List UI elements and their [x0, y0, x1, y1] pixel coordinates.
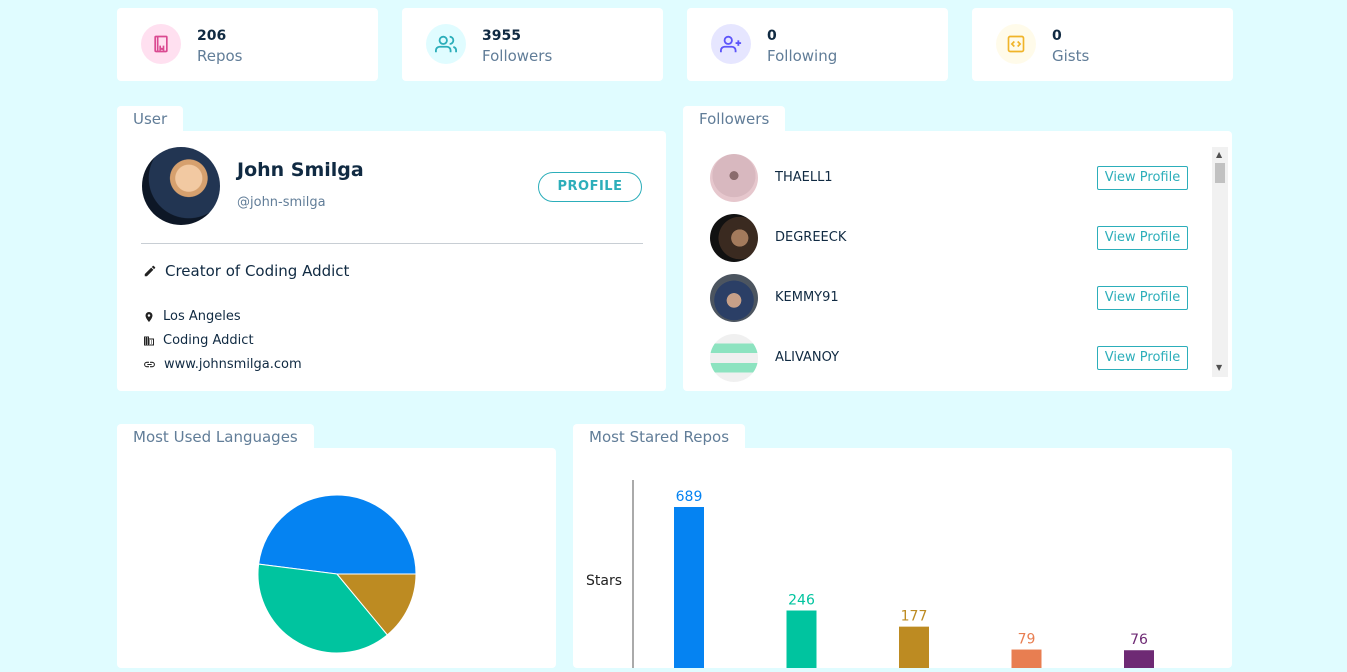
user-blog[interactable]: www.johnsmilga.com — [143, 357, 302, 372]
company-text: Coding Addict — [163, 333, 254, 348]
stat-value: 0 — [767, 28, 777, 44]
stat-value: 206 — [197, 28, 227, 44]
stat-value: 0 — [1052, 28, 1062, 44]
stat-icon-wrap — [426, 24, 466, 64]
list-item: ALIVANOY View Profile — [710, 334, 1190, 382]
scroll-down-icon[interactable]: ▼ — [1216, 364, 1222, 372]
avatar — [710, 274, 758, 322]
list-item: KEMMY91 View Profile — [710, 274, 1190, 322]
stat-card-following: 0 Following — [687, 8, 948, 81]
bar[interactable] — [674, 507, 704, 668]
user-bio: Creator of Coding Addict — [143, 262, 349, 280]
profile-button[interactable]: PROFILE — [538, 172, 642, 202]
user-card: John Smilga @john-smilga PROFILE Creator… — [117, 131, 666, 391]
book-icon — [154, 35, 168, 53]
user-plus-icon — [720, 35, 742, 53]
location-text: Los Angeles — [163, 309, 241, 324]
avatar — [142, 147, 220, 225]
blog-link[interactable]: www.johnsmilga.com — [164, 357, 302, 372]
stat-icon-wrap — [141, 24, 181, 64]
followers-tab: Followers — [683, 106, 786, 132]
building-icon — [144, 336, 154, 345]
link-icon — [144, 361, 155, 368]
followers-card: THAELL1 View Profile DEGREECK View Profi… — [683, 131, 1232, 391]
stat-icon-wrap — [711, 24, 751, 64]
stat-label: Gists — [1052, 47, 1090, 65]
user-name: John Smilga — [237, 159, 364, 181]
repos-bar-chart: Stars 689 246 177 79 76 — [586, 480, 1154, 668]
pie-slice[interactable] — [258, 494, 417, 575]
stat-card-followers: 3955 Followers — [402, 8, 663, 81]
bar[interactable] — [899, 626, 929, 668]
follower-login: DEGREECK — [775, 230, 847, 245]
users-icon — [435, 35, 457, 53]
stat-icon-wrap — [996, 24, 1036, 64]
bar[interactable] — [786, 610, 817, 668]
stat-value: 3955 — [482, 28, 521, 44]
y-axis-label: Stars — [586, 573, 622, 589]
stat-label: Following — [767, 47, 838, 65]
list-item: DEGREECK View Profile — [710, 214, 1190, 262]
repos-tab: Most Stared Repos — [573, 424, 746, 450]
bar-value-label: 246 — [788, 593, 815, 609]
user-location: Los Angeles — [143, 309, 241, 324]
view-profile-button[interactable]: View Profile — [1097, 346, 1188, 370]
bar-value-label: 177 — [901, 609, 928, 625]
bar[interactable] — [1011, 649, 1042, 668]
user-tab: User — [117, 106, 184, 132]
scrollbar-thumb[interactable] — [1215, 163, 1225, 183]
follower-login: THAELL1 — [775, 170, 833, 185]
bio-text: Creator of Coding Addict — [165, 262, 350, 280]
bar-value-label: 79 — [1018, 632, 1036, 648]
repos-card: Stars 689 246 177 79 76 — [573, 448, 1232, 668]
avatar — [710, 214, 758, 262]
languages-pie-chart — [257, 494, 417, 654]
scrollbar[interactable]: ▲ ▼ — [1212, 147, 1228, 377]
scroll-up-icon[interactable]: ▲ — [1216, 151, 1222, 159]
divider — [141, 243, 643, 244]
follower-login: KEMMY91 — [775, 290, 839, 305]
view-profile-button[interactable]: View Profile — [1097, 226, 1188, 250]
stat-card-repos: 206 Repos — [117, 8, 378, 81]
view-profile-button[interactable]: View Profile — [1097, 166, 1188, 190]
stat-label: Repos — [197, 47, 243, 65]
follower-login: ALIVANOY — [775, 350, 840, 365]
bar-value-label: 76 — [1130, 632, 1148, 648]
stat-label: Followers — [482, 47, 553, 65]
map-pin-icon — [145, 311, 153, 322]
view-profile-button[interactable]: View Profile — [1097, 286, 1188, 310]
list-item: THAELL1 View Profile — [710, 154, 1190, 202]
code-icon — [1007, 35, 1025, 53]
pencil-icon — [144, 265, 156, 277]
avatar — [710, 154, 758, 202]
stat-card-gists: 0 Gists — [972, 8, 1233, 81]
user-company: Coding Addict — [143, 333, 254, 348]
avatar — [710, 334, 758, 382]
user-handle: @john-smilga — [237, 195, 326, 210]
languages-tab: Most Used Languages — [117, 424, 314, 450]
bar-value-label: 689 — [676, 489, 703, 505]
bar[interactable] — [1124, 650, 1154, 668]
languages-card — [117, 448, 556, 668]
